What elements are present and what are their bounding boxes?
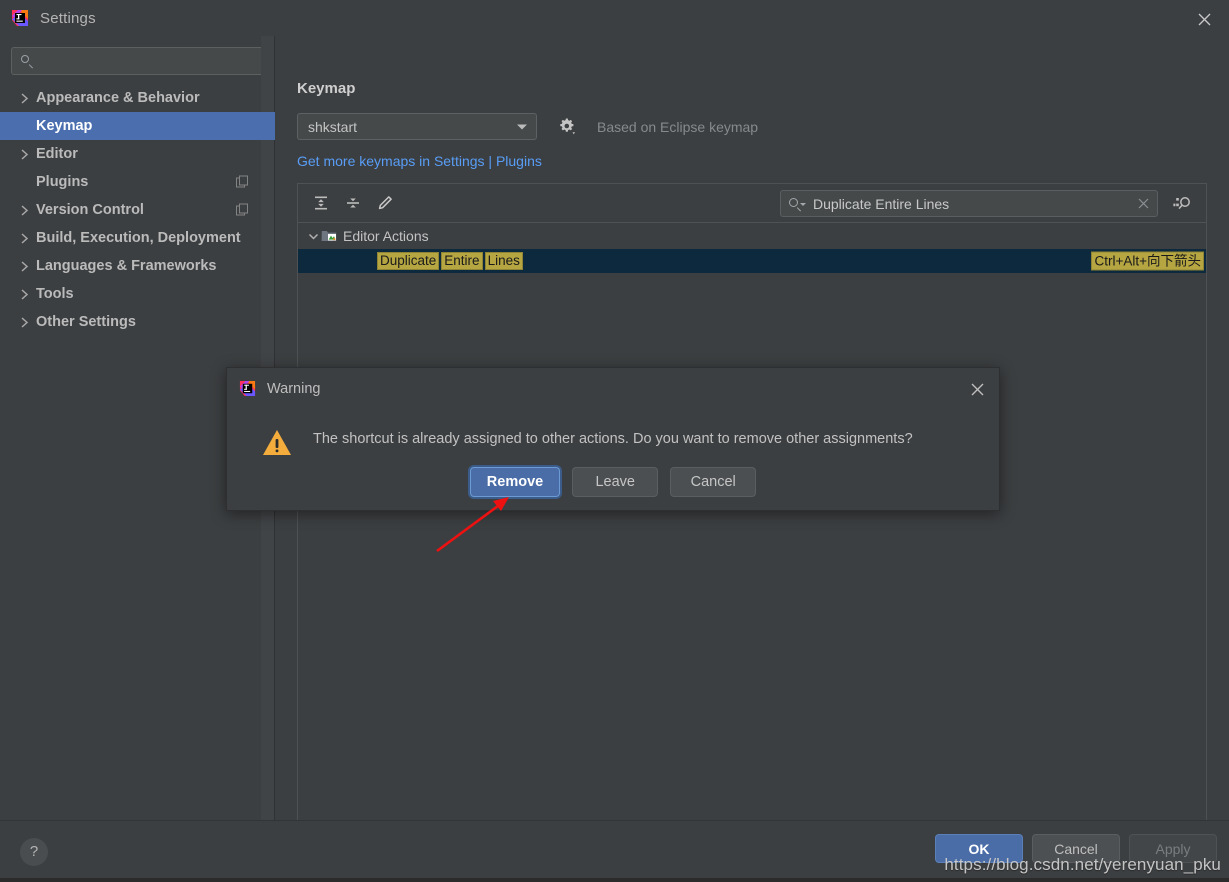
sidebar-item-build-execution-deployment[interactable]: Build, Execution, Deployment [0,224,275,252]
keymap-select[interactable]: shkstart [297,113,537,140]
intellij-idea-icon [239,380,256,397]
sidebar-item-label: Build, Execution, Deployment [36,230,241,246]
expand-all-icon[interactable] [306,190,336,216]
keymap-action-tree: Editor Actions Duplicate Entire Lines Ct… [298,223,1206,820]
tree-group-editor-actions[interactable]: Editor Actions [298,223,1206,249]
search-input[interactable] [40,52,255,70]
sidebar-item-label: Keymap [36,118,93,134]
warning-dialog-body: The shortcut is already assigned to othe… [227,409,999,510]
based-on-keymap-label: Based on Eclipse keymap [597,118,759,135]
gear-icon[interactable] [559,118,577,136]
sidebar-item-label: Editor [36,146,78,162]
sidebar-item-label: Version Control [36,202,144,218]
find-actions-input[interactable] [811,194,1135,213]
chevron-right-icon [18,204,31,216]
warning-dialog-title: Warning [267,380,321,397]
chevron-right-icon [18,92,31,104]
table-row[interactable]: Duplicate Entire Lines Ctrl+Alt+向下箭头 [298,249,1206,273]
copy-badge-icon [236,203,249,217]
chevron-right-icon [18,316,31,328]
highlight-token: Lines [484,252,523,270]
warning-dialog-buttons: Remove Leave Cancel [227,467,999,497]
chevron-right-icon [18,232,31,244]
search-box[interactable] [11,47,264,75]
help-icon[interactable]: ? [20,837,48,866]
remove-button[interactable]: Remove [469,467,561,497]
sidebar-item-keymap[interactable]: Keymap [0,112,275,140]
sidebar-item-label: Appearance & Behavior [36,90,200,106]
highlight-token: Entire [441,252,483,270]
sidebar-item-label: Other Settings [36,314,136,330]
close-icon[interactable] [1193,8,1215,30]
sidebar-item-label: Tools [36,286,74,302]
chevron-down-icon[interactable] [305,232,321,241]
sidebar-item-appearance-behavior[interactable]: Appearance & Behavior [0,84,275,112]
leave-button[interactable]: Leave [572,467,659,497]
chevron-right-icon [18,288,31,300]
edit-pencil-icon[interactable] [370,190,400,216]
search-dropdown-icon[interactable] [789,197,807,211]
sidebar-item-editor[interactable]: Editor [0,140,275,168]
sidebar-item-tools[interactable]: Tools [0,280,275,308]
find-by-shortcut-icon[interactable] [1170,192,1194,214]
cancel-button[interactable]: Cancel [670,467,757,497]
keymap-select-value: shkstart [308,118,358,135]
sidebar-item-label: Languages & Frameworks [36,258,217,274]
sidebar-item-plugins[interactable]: Plugins [0,168,275,196]
close-icon[interactable] [967,379,987,399]
window-title: Settings [40,9,96,27]
shortcut-badge: Ctrl+Alt+向下箭头 [1091,251,1204,271]
tree-group-label: Editor Actions [343,228,429,244]
intellij-idea-icon [11,9,29,27]
settings-window: Settings Appearance & Behavior Keymap Ed… [0,0,1229,882]
search-icon [20,54,34,68]
find-actions-box[interactable] [780,190,1158,217]
copy-badge-icon [236,175,249,189]
clear-icon[interactable] [1135,196,1151,212]
warning-triangle-icon [261,427,293,459]
chevron-right-icon [18,260,31,272]
sidebar-item-other-settings[interactable]: Other Settings [0,308,275,336]
collapse-all-icon[interactable] [338,190,368,216]
chevron-down-icon [517,124,527,129]
keymap-selector-row: shkstart Based on Eclipse keymap [297,113,1207,140]
keymap-toolbar [298,184,1206,223]
sidebar-item-label: Plugins [36,174,89,190]
get-more-keymaps-link[interactable]: Get more keymaps in Settings | Plugins [297,153,542,169]
bottom-strip [0,878,1229,882]
chevron-right-icon [18,148,31,160]
sidebar-search-wrap [0,36,275,75]
editor-actions-folder-icon [321,228,337,244]
page-title: Keymap [297,80,356,97]
sidebar-item-version-control[interactable]: Version Control [0,196,275,224]
warning-dialog-titlebar: Warning [227,368,999,409]
watermark-text: https://blog.csdn.net/yerenyuan_pku [944,855,1221,874]
highlight-token: Duplicate [377,252,440,270]
warning-dialog: Warning The shortcut is already assigned… [226,367,1000,511]
window-titlebar: Settings [0,0,1229,36]
sidebar-item-languages-frameworks[interactable]: Languages & Frameworks [0,252,275,280]
